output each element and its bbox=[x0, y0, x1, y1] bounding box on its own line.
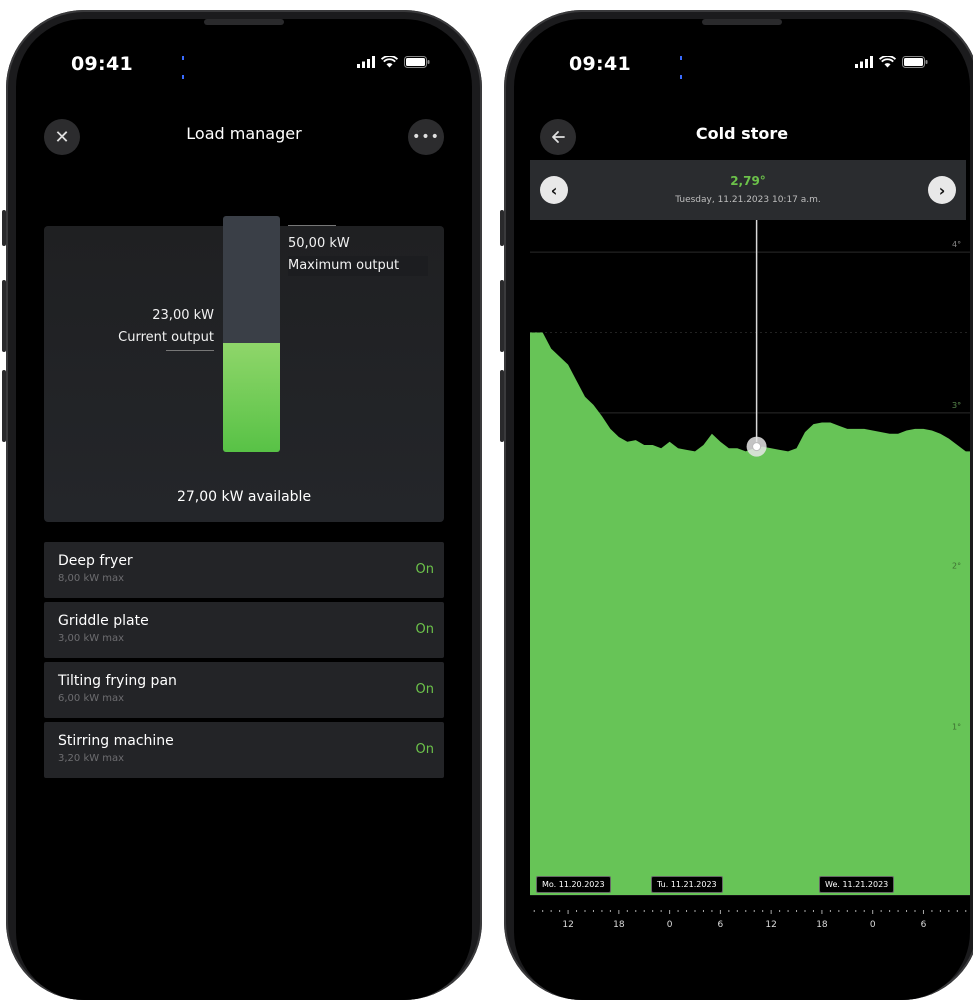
x-tick-label: 12 bbox=[562, 920, 573, 930]
x-tick-label: 18 bbox=[816, 920, 828, 930]
device-row-griddle-plate[interactable]: Griddle plate 3,00 kW max On bbox=[44, 602, 444, 658]
device-max: 8,00 kW max bbox=[58, 573, 125, 584]
cold-store-screen: 09:41 Cold store ‹ 2,79° Tuesday, 11.21.… bbox=[514, 19, 970, 1000]
chevron-right-icon: › bbox=[938, 180, 946, 200]
status-bar: 09:41 bbox=[16, 19, 472, 79]
device-row-tilting-frying-pan[interactable]: Tilting frying pan 6,00 kW max On bbox=[44, 662, 444, 718]
signal-icon bbox=[855, 56, 873, 68]
device-name: Griddle plate bbox=[58, 613, 149, 629]
wifi-icon bbox=[381, 56, 398, 68]
wifi-icon bbox=[879, 56, 896, 68]
max-output-label: Maximum output bbox=[288, 256, 428, 276]
x-tick-label: 12 bbox=[765, 920, 776, 930]
x-tick-label: 6 bbox=[718, 920, 724, 930]
max-marker-line bbox=[288, 225, 336, 226]
phone-frame-cold-store: 09:41 Cold store ‹ 2,79° Tuesday, 11.21.… bbox=[500, 10, 973, 1000]
y-tick-label-overlay: 3° bbox=[952, 401, 961, 410]
battery-icon bbox=[404, 56, 430, 68]
device-list: Deep fryer 8,00 kW max On Griddle plate … bbox=[44, 542, 444, 782]
max-output-value: 50,00 kW bbox=[288, 236, 350, 251]
status-bar: 09:41 bbox=[514, 19, 970, 79]
device-name: Stirring machine bbox=[58, 733, 174, 749]
date-chip[interactable]: Mo. 11.20.2023 bbox=[536, 876, 611, 893]
current-output-label: Current output bbox=[118, 330, 214, 345]
status-icons bbox=[357, 56, 430, 68]
battery-icon bbox=[902, 56, 928, 68]
camera-indicator bbox=[680, 45, 686, 79]
date-chip[interactable]: Tu. 11.21.2023 bbox=[651, 876, 723, 893]
phone-frame-load-manager: 09:41 ✕ Load manager ••• 50,00 kW Maximu… bbox=[2, 10, 482, 1000]
selected-value: 2,79° bbox=[730, 174, 766, 188]
gauge-fill bbox=[223, 343, 280, 452]
device-max: 6,00 kW max bbox=[58, 693, 125, 704]
selection-marker-core bbox=[752, 442, 762, 452]
device-state-toggle[interactable]: On bbox=[416, 742, 434, 757]
device-name: Tilting frying pan bbox=[58, 673, 177, 689]
device-row-stirring-machine[interactable]: Stirring machine 3,20 kW max On bbox=[44, 722, 444, 778]
load-manager-screen: 09:41 ✕ Load manager ••• 50,00 kW Maximu… bbox=[16, 19, 472, 1000]
device-state-toggle[interactable]: On bbox=[416, 682, 434, 697]
selected-point-header: ‹ 2,79° Tuesday, 11.21.2023 10:17 a.m. › bbox=[530, 160, 966, 220]
mute-switch bbox=[500, 210, 504, 246]
x-tick-label: 18 bbox=[613, 920, 625, 930]
output-gauge bbox=[223, 216, 280, 452]
device-name: Deep fryer bbox=[58, 553, 133, 569]
current-output-value: 23,00 kW bbox=[152, 308, 214, 323]
status-time: 09:41 bbox=[569, 53, 631, 75]
device-max: 3,00 kW max bbox=[58, 633, 125, 644]
temperature-area-chart[interactable]: 0°1°2°3°4°1°2°3°121806121806 bbox=[530, 220, 970, 950]
device-row-deep-fryer[interactable]: Deep fryer 8,00 kW max On bbox=[44, 542, 444, 598]
volume-down-button bbox=[2, 370, 6, 442]
page-title: Cold store bbox=[695, 124, 789, 143]
volume-up-button bbox=[500, 280, 504, 352]
temperature-area bbox=[530, 332, 970, 895]
navigation-bar: Cold store bbox=[514, 115, 970, 155]
current-marker-line bbox=[166, 350, 214, 351]
volume-down-button bbox=[500, 370, 504, 442]
y-tick-label-overlay: 1° bbox=[952, 722, 961, 731]
device-state-toggle[interactable]: On bbox=[416, 562, 434, 577]
signal-icon bbox=[357, 56, 375, 68]
status-time: 09:41 bbox=[71, 53, 133, 75]
y-tick-label: 4° bbox=[952, 240, 961, 249]
x-tick-label: 0 bbox=[870, 920, 876, 930]
status-icons bbox=[855, 56, 928, 68]
next-button[interactable]: › bbox=[928, 176, 956, 204]
mute-switch bbox=[2, 210, 6, 246]
device-state-toggle[interactable]: On bbox=[416, 622, 434, 637]
selected-date: Tuesday, 11.21.2023 10:17 a.m. bbox=[675, 195, 821, 205]
device-max: 3,20 kW max bbox=[58, 753, 125, 764]
y-tick-label-overlay: 2° bbox=[952, 562, 961, 571]
navigation-bar: ✕ Load manager ••• bbox=[16, 115, 472, 155]
available-output: 27,00 kW available bbox=[176, 489, 312, 505]
date-chip[interactable]: We. 11.21.2023 bbox=[819, 876, 895, 893]
more-button[interactable]: ••• bbox=[408, 119, 444, 155]
page-title: Load manager bbox=[186, 124, 302, 143]
more-icon: ••• bbox=[412, 129, 440, 145]
volume-up-button bbox=[2, 280, 6, 352]
x-tick-label: 0 bbox=[667, 920, 673, 930]
camera-indicator bbox=[182, 45, 188, 79]
x-tick-label: 6 bbox=[921, 920, 927, 930]
output-gauge-panel: 50,00 kW Maximum output 23,00 kW Current… bbox=[44, 216, 444, 522]
